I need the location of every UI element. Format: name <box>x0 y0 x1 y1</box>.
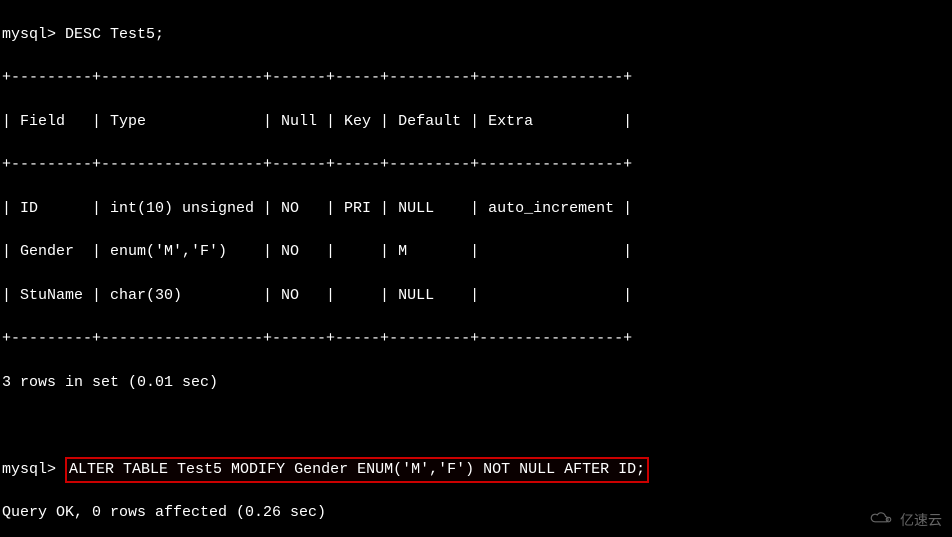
blank-line <box>2 415 952 437</box>
table-row: | Gender | enum('M','F') | NO | | M | | <box>2 241 952 263</box>
command-line-desc1[interactable]: mysql> DESC Test5; <box>2 24 952 46</box>
table-border: +---------+------------------+------+---… <box>2 67 952 89</box>
prompt: mysql> <box>2 461 56 478</box>
prompt: mysql> <box>2 26 56 43</box>
result-summary: 3 rows in set (0.01 sec) <box>2 372 952 394</box>
table-row: | StuName | char(30) | NO | | NULL | | <box>2 285 952 307</box>
command-text: DESC Test5; <box>65 26 164 43</box>
highlighted-command: ALTER TABLE Test5 MODIFY Gender ENUM('M'… <box>65 457 649 483</box>
table-border: +---------+------------------+------+---… <box>2 328 952 350</box>
table-border: +---------+------------------+------+---… <box>2 154 952 176</box>
query-ok: Query OK, 0 rows affected (0.26 sec) <box>2 502 952 524</box>
table-header: | Field | Type | Null | Key | Default | … <box>2 111 952 133</box>
command-line-alter[interactable]: mysql> ALTER TABLE Test5 MODIFY Gender E… <box>2 459 952 481</box>
terminal-output: mysql> DESC Test5; +---------+----------… <box>0 0 952 537</box>
table-row: | ID | int(10) unsigned | NO | PRI | NUL… <box>2 198 952 220</box>
